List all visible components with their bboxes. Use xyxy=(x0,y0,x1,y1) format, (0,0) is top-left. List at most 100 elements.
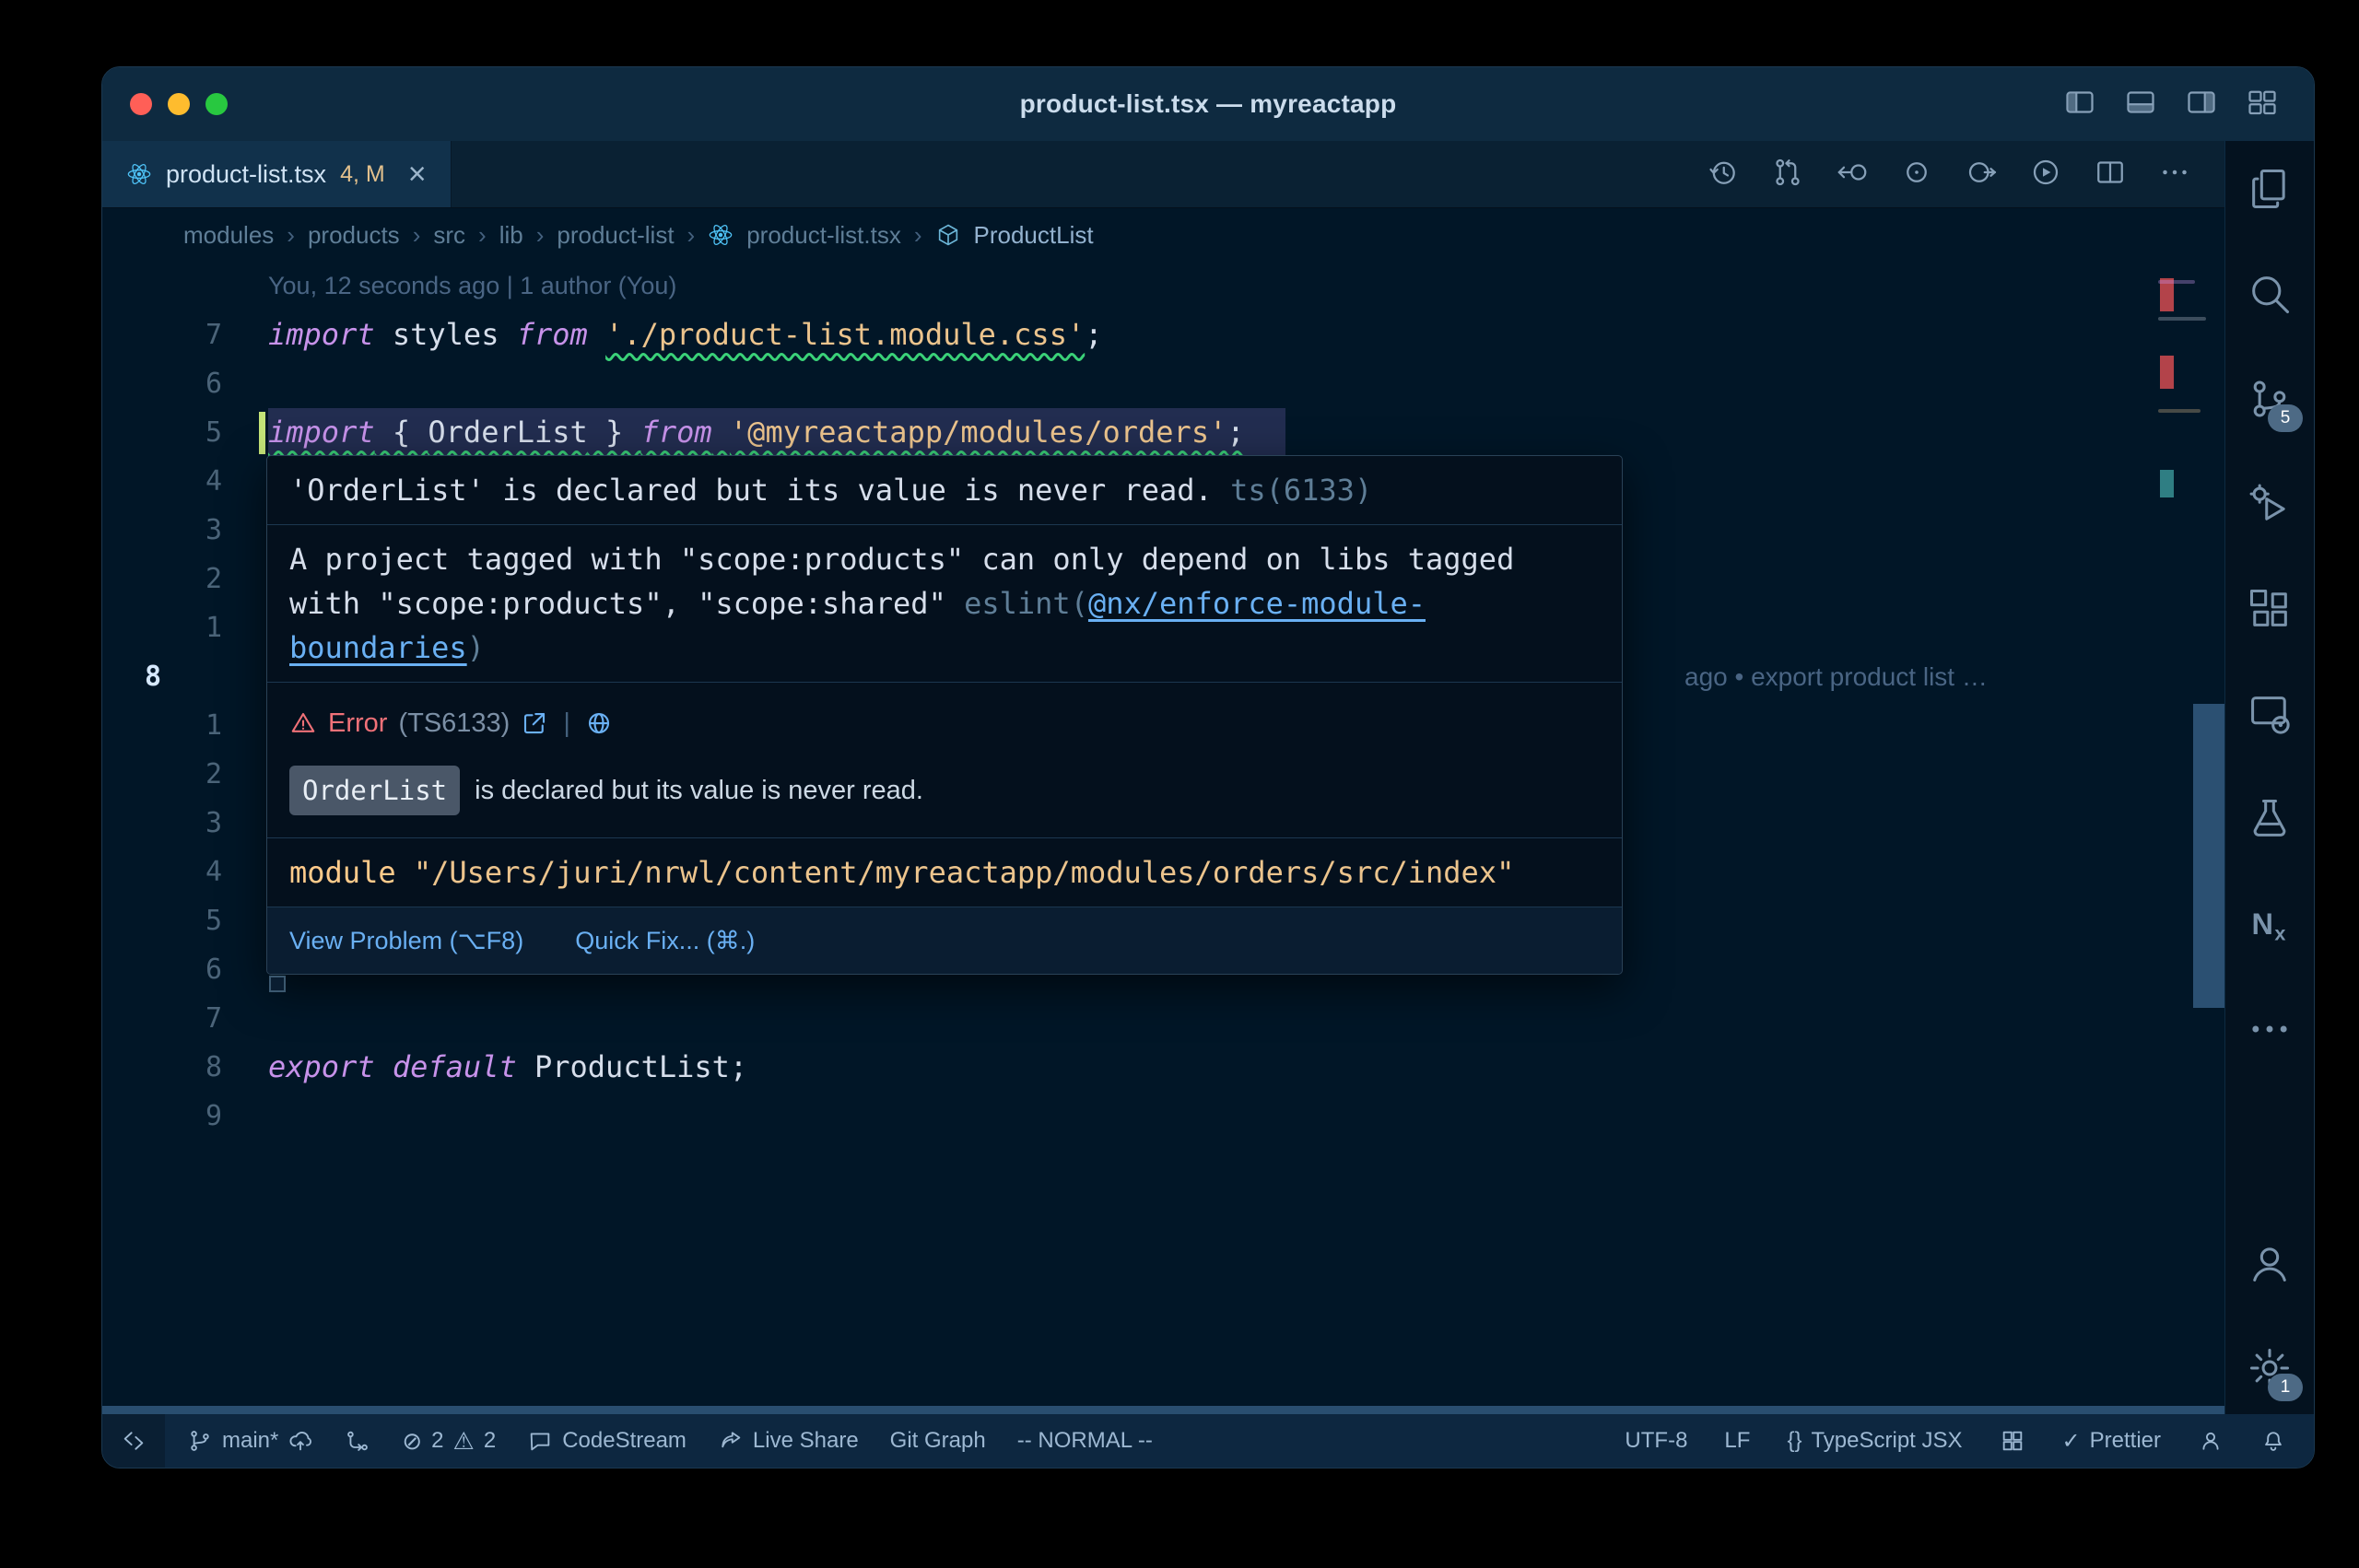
feedback-status[interactable] xyxy=(2198,1428,2224,1454)
view-problem-link[interactable]: View Problem (⌥F8) xyxy=(289,919,523,963)
gutter-line-number[interactable]: 6 xyxy=(102,945,268,994)
circle-outline-icon[interactable] xyxy=(1900,156,1933,193)
gutter-line-number[interactable]: 2 xyxy=(102,750,268,799)
overview-ruler-error-mark xyxy=(2160,356,2174,389)
gutter-line-number[interactable] xyxy=(102,262,268,310)
gutter-line-number[interactable]: 3 xyxy=(102,506,268,555)
keyword-token: module xyxy=(289,855,396,890)
breadcrumb-lib[interactable]: lib xyxy=(499,221,523,250)
diagnostic-ts: 'OrderList' is declared but its value is… xyxy=(267,456,1622,525)
vim-mode-status[interactable]: -- NORMAL -- xyxy=(1017,1428,1153,1454)
codestream-status[interactable]: CodeStream xyxy=(527,1428,687,1454)
keyword-token: from xyxy=(517,317,588,352)
encoding-status[interactable]: UTF-8 xyxy=(1625,1428,1687,1454)
cloud-upload-icon xyxy=(288,1428,313,1454)
explorer-icon[interactable] xyxy=(2236,156,2303,222)
horizontal-scrollbar[interactable] xyxy=(102,1406,2224,1414)
gutter-line-number[interactable]: 7 xyxy=(102,994,268,1043)
close-window-button[interactable] xyxy=(130,93,152,115)
vertical-scrollbar-thumb[interactable] xyxy=(2193,704,2224,1008)
notifications-status[interactable] xyxy=(2260,1428,2286,1454)
svg-text:x: x xyxy=(2274,921,2285,944)
warning-triangle-icon xyxy=(289,709,317,737)
timeline-history-icon[interactable] xyxy=(1707,156,1740,193)
gutter-current-line-number[interactable]: 8 xyxy=(102,652,268,701)
gutter-line-number[interactable]: 4 xyxy=(102,848,268,896)
customize-layout-icon[interactable] xyxy=(2246,86,2279,123)
git-graph-label: Git Graph xyxy=(890,1428,986,1454)
gutter-line-number[interactable]: 1 xyxy=(102,603,268,652)
keyword-token: import xyxy=(268,317,375,352)
live-share-status[interactable]: Live Share xyxy=(718,1428,859,1454)
gutter-line-number[interactable]: 5 xyxy=(102,896,268,945)
minimap[interactable] xyxy=(2132,262,2224,1406)
run-and-debug-icon[interactable] xyxy=(2236,471,2303,537)
remote-indicator[interactable] xyxy=(102,1414,165,1468)
symbol-box-icon xyxy=(935,222,961,248)
external-link-icon[interactable] xyxy=(521,709,548,737)
breadcrumb-product-list[interactable]: product-list xyxy=(557,221,674,250)
breadcrumb-src[interactable]: src xyxy=(433,221,465,250)
source-control-icon[interactable]: 5 xyxy=(2236,366,2303,432)
search-icon[interactable] xyxy=(2236,261,2303,327)
more-actions-icon[interactable] xyxy=(2158,156,2191,193)
language-mode-status[interactable]: {} TypeScript JSX xyxy=(1787,1428,1962,1454)
extensions-icon[interactable] xyxy=(2236,576,2303,642)
toggle-sidebar-left-icon[interactable] xyxy=(2063,86,2096,123)
error-count: 2 xyxy=(431,1428,443,1454)
toggle-panel-icon[interactable] xyxy=(2124,86,2157,123)
close-tab-icon[interactable]: × xyxy=(408,158,427,190)
git-graph-status[interactable]: Git Graph xyxy=(890,1428,986,1454)
gutter-line-number[interactable]: 4 xyxy=(102,457,268,506)
quick-fix-link[interactable]: Quick Fix... (⌘.) xyxy=(575,919,755,963)
breadcrumb-symbol[interactable]: ProductList xyxy=(974,221,1094,250)
git-pull-request-icon[interactable] xyxy=(1771,156,1804,193)
gutter-line-number[interactable]: 8 xyxy=(102,1043,268,1092)
minimap-code-line xyxy=(2158,317,2206,321)
gutter-line-number[interactable]: 2 xyxy=(102,555,268,603)
activity-bar: 5 Nx 1 xyxy=(2224,141,2314,1414)
gutter-line-number[interactable]: 6 xyxy=(102,359,268,408)
nx-console-icon[interactable]: Nx xyxy=(2236,891,2303,957)
more-views-icon[interactable] xyxy=(2236,996,2303,1062)
status-bar: main* ⊘ 2 ⚠ 2 CodeStream Live Share Git … xyxy=(102,1414,2314,1468)
breadcrumb-products[interactable]: products xyxy=(308,221,400,250)
hover-resize-grip[interactable] xyxy=(269,976,286,992)
prettier-status[interactable]: ✓ Prettier xyxy=(2062,1428,2161,1455)
extension-grid-status[interactable] xyxy=(2000,1428,2025,1454)
gutter-line-number[interactable]: 5 xyxy=(102,408,268,457)
remote-explorer-icon[interactable] xyxy=(2236,681,2303,747)
gitlens-blame-annotation[interactable]: You, 12 seconds ago | 1 author (You) xyxy=(268,262,2224,310)
zoom-window-button[interactable] xyxy=(205,93,228,115)
navigate-forward-icon[interactable] xyxy=(1965,156,1998,193)
breadcrumb-modules[interactable]: modules xyxy=(183,221,274,250)
settings-gear-icon[interactable]: 1 xyxy=(2236,1335,2303,1401)
minimize-window-button[interactable] xyxy=(168,93,190,115)
problems-status[interactable]: ⊘ 2 ⚠ 2 xyxy=(402,1428,496,1454)
gutter-line-number[interactable]: 7 xyxy=(102,310,268,359)
code-editor[interactable]: 7 6 5 4 3 2 1 8 1 2 3 4 5 6 7 8 9 xyxy=(102,262,2224,1414)
react-icon xyxy=(126,161,152,187)
gutter-line-number[interactable]: 9 xyxy=(102,1092,268,1141)
git-branch-status[interactable]: main* xyxy=(187,1428,313,1454)
code-line-import-styles[interactable]: import styles from './product-list.modul… xyxy=(268,310,2224,359)
code-line-import-orderlist[interactable]: import { OrderList } from '@myreactapp/m… xyxy=(268,408,2224,457)
breadcrumb-file[interactable]: product-list.tsx xyxy=(746,221,901,250)
eol-status[interactable]: LF xyxy=(1724,1428,1750,1454)
split-editor-icon[interactable] xyxy=(2094,156,2127,193)
editor-group: product-list.tsx 4, M × modules xyxy=(102,141,2224,1414)
open-changes-back-icon[interactable] xyxy=(1836,156,1869,193)
warning-icon: ⚠ xyxy=(453,1429,475,1453)
diagnostic-source: eslint( xyxy=(964,586,1088,621)
toggle-sidebar-right-icon[interactable] xyxy=(2185,86,2218,123)
globe-icon[interactable] xyxy=(585,709,613,737)
gutter-line-number[interactable]: 1 xyxy=(102,701,268,750)
gutter-line-number[interactable]: 3 xyxy=(102,799,268,848)
tab-product-list[interactable]: product-list.tsx 4, M × xyxy=(102,141,452,207)
testing-beaker-icon[interactable] xyxy=(2236,786,2303,852)
code-line-export-default[interactable]: export default ProductList; xyxy=(268,1043,2224,1092)
run-file-icon[interactable] xyxy=(2029,156,2062,193)
git-compare-status[interactable] xyxy=(345,1428,370,1454)
accounts-icon[interactable] xyxy=(2236,1230,2303,1296)
keyword-token: from xyxy=(641,415,712,450)
